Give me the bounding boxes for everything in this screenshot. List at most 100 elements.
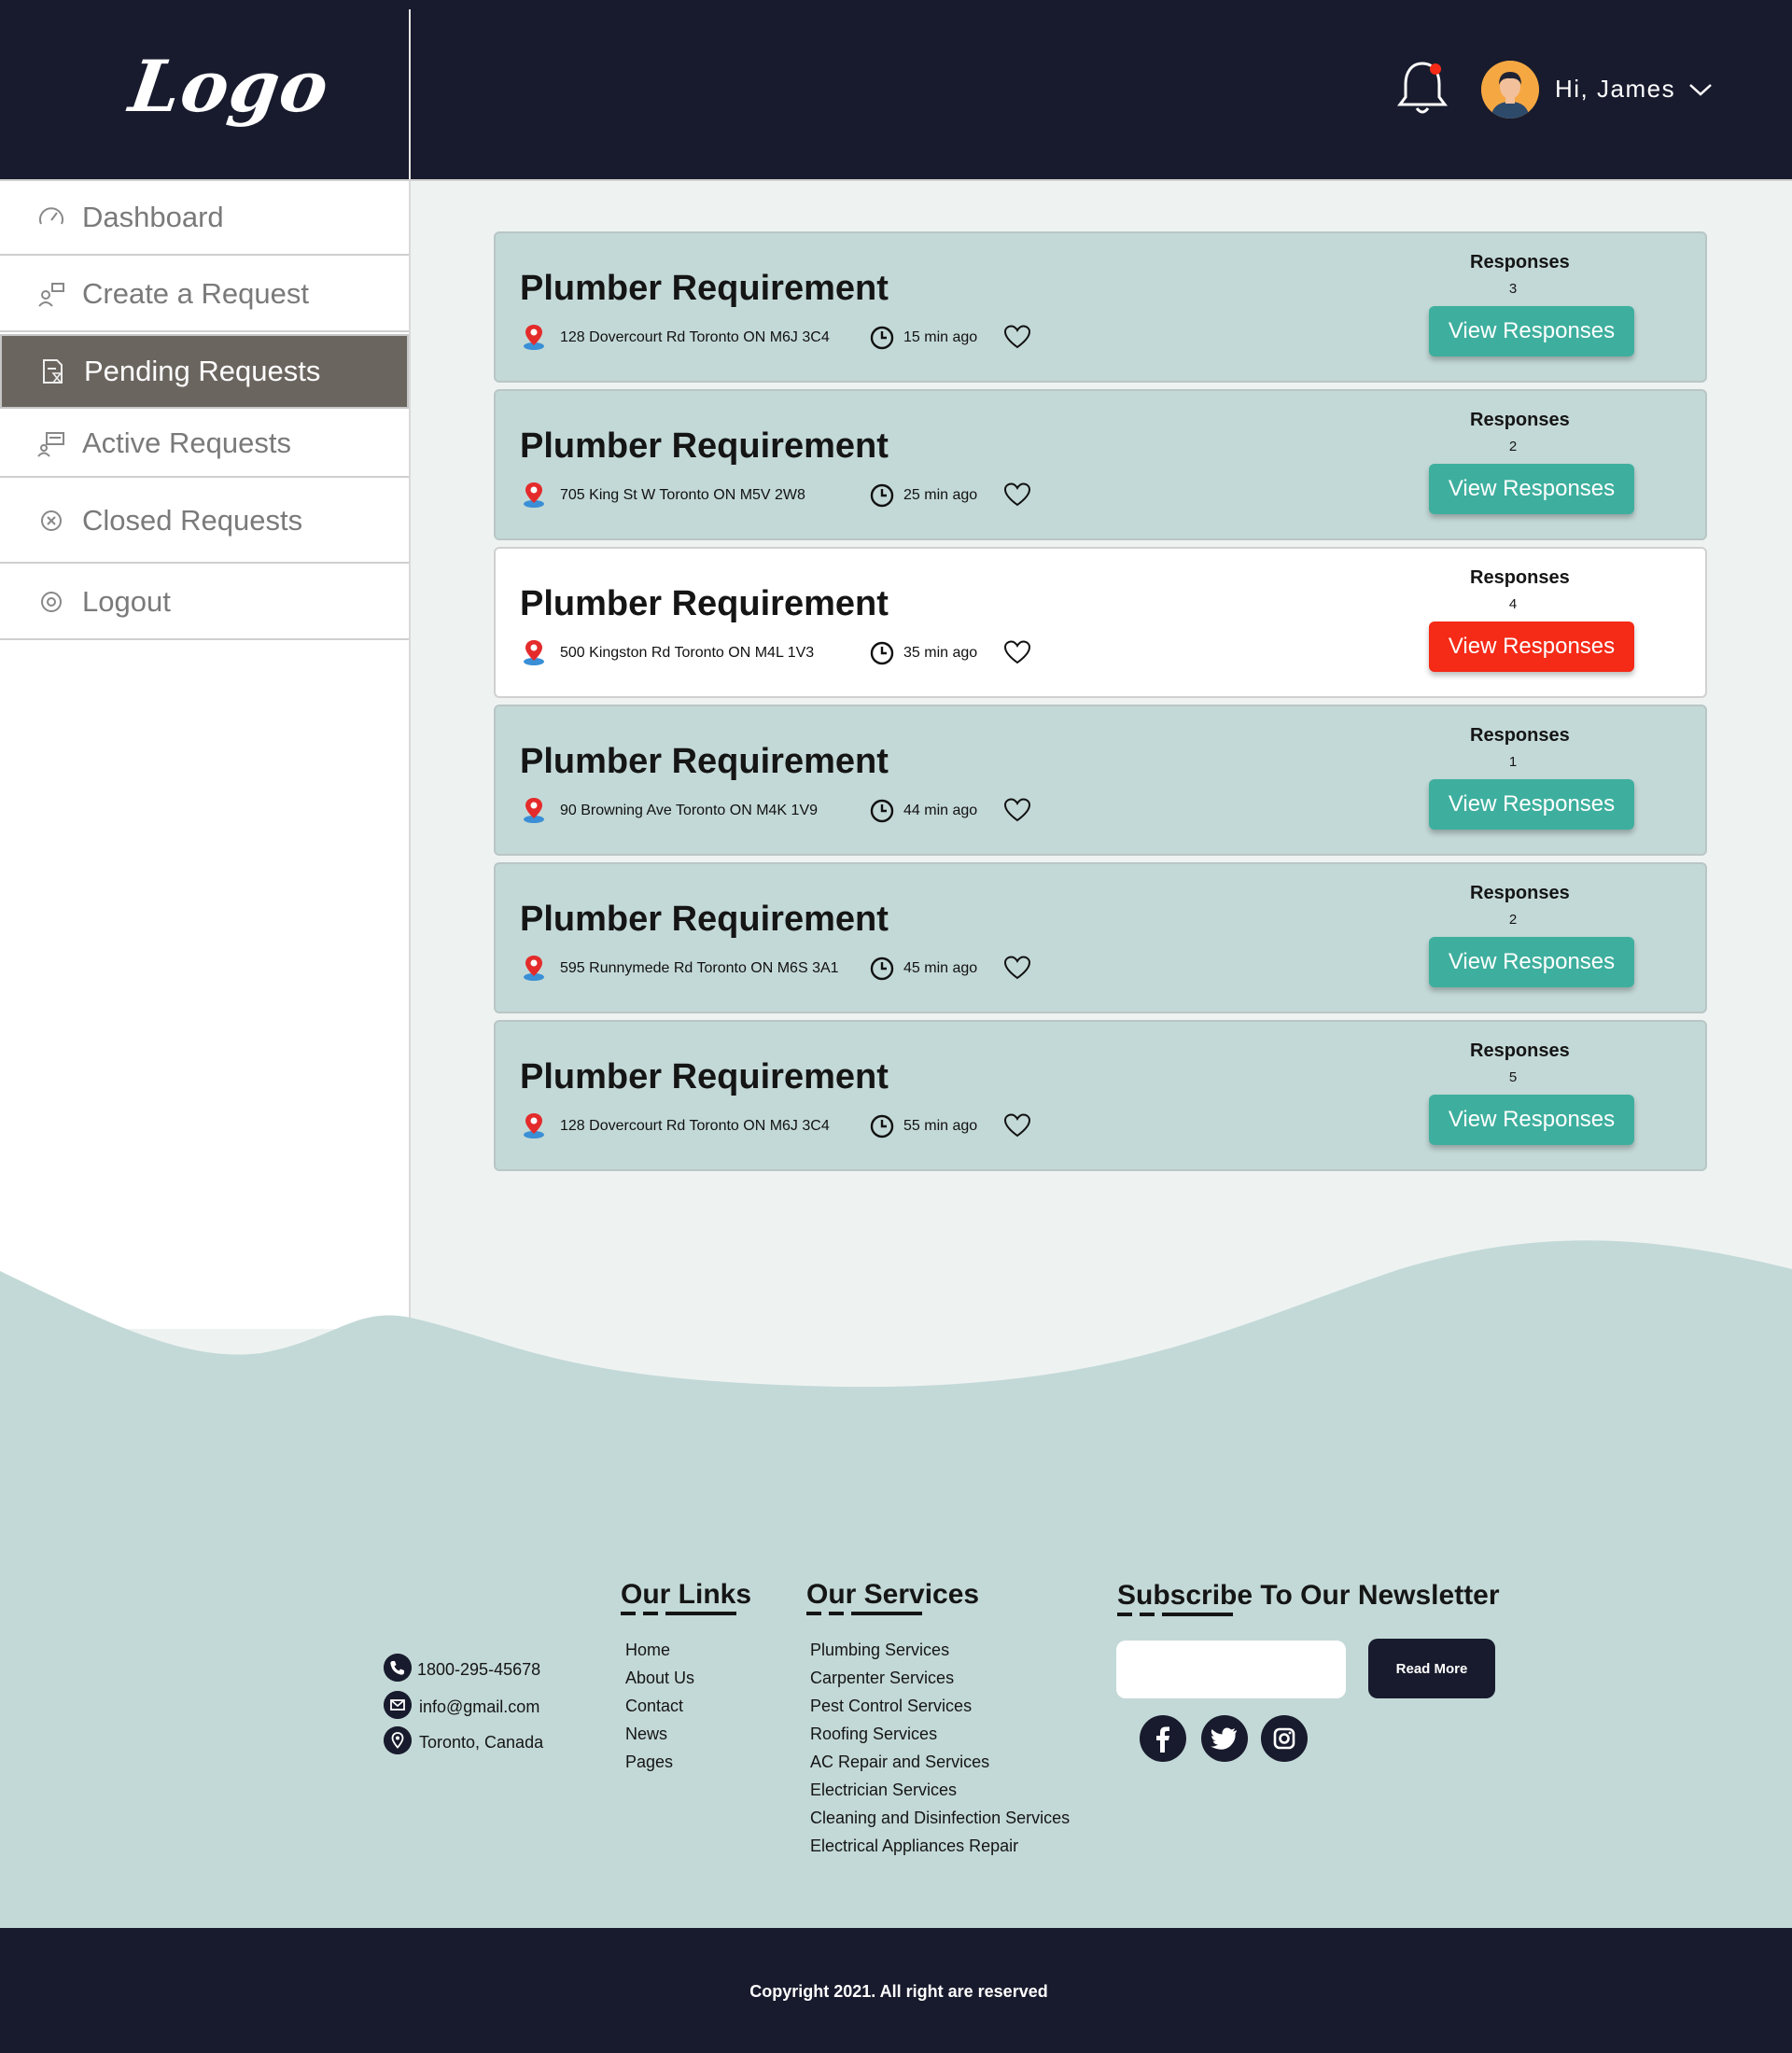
heart-icon[interactable] xyxy=(1003,797,1031,823)
responses-label: Responses xyxy=(1470,1040,1570,1061)
view-responses-button[interactable]: View Responses xyxy=(1429,779,1634,830)
top-header: Logo Hi, James xyxy=(0,0,1792,179)
links-heading: Our Links xyxy=(621,1579,752,1610)
request-card[interactable]: Plumber Requirement 500 Kingston Rd Toro… xyxy=(494,547,1707,698)
active-requests-icon xyxy=(37,432,64,457)
heading-underline xyxy=(621,1612,636,1615)
read-more-button[interactable]: Read More xyxy=(1368,1639,1495,1698)
request-time: 25 min ago xyxy=(903,487,978,503)
clock-icon xyxy=(870,641,894,665)
location-pin-icon xyxy=(524,956,544,981)
footer-service-item[interactable]: AC Repair and Services xyxy=(810,1753,989,1772)
request-title: Plumber Requirement xyxy=(520,742,889,781)
request-title: Plumber Requirement xyxy=(520,426,889,466)
heading-underline xyxy=(1140,1613,1155,1616)
view-responses-button[interactable]: View Responses xyxy=(1429,937,1634,987)
heart-icon[interactable] xyxy=(1003,955,1031,981)
sidebar-item-pending-requests[interactable]: Pending Requests xyxy=(0,334,409,409)
user-avatar-icon xyxy=(1481,61,1539,119)
request-address: 595 Runnymede Rd Toronto ON M6S 3A1 xyxy=(560,960,839,976)
request-card[interactable]: Plumber Requirement 90 Browning Ave Toro… xyxy=(494,705,1707,856)
contact-email[interactable]: info@gmail.com xyxy=(419,1697,539,1717)
sidebar-item-label: Dashboard xyxy=(82,201,224,233)
sidebar-item-dashboard[interactable]: Dashboard xyxy=(0,181,409,256)
request-title: Plumber Requirement xyxy=(520,584,889,623)
speedometer-icon xyxy=(39,207,63,225)
sidebar-item-label: Create a Request xyxy=(82,277,309,310)
heart-icon[interactable] xyxy=(1003,639,1031,665)
responses-count: 3 xyxy=(1508,281,1518,297)
heart-icon[interactable] xyxy=(1003,482,1031,508)
newsletter-email-input[interactable] xyxy=(1116,1641,1346,1698)
view-responses-button[interactable]: View Responses xyxy=(1429,621,1634,672)
sidebar-item-label: Closed Requests xyxy=(82,504,303,537)
responses-count: 2 xyxy=(1508,912,1518,928)
responses-count: 4 xyxy=(1508,596,1518,612)
twitter-icon[interactable] xyxy=(1201,1715,1248,1762)
user-avatar[interactable] xyxy=(1481,61,1539,119)
request-title: Plumber Requirement xyxy=(520,1057,889,1096)
sidebar-item-logout[interactable]: Logout xyxy=(0,566,409,640)
services-heading: Our Services xyxy=(806,1579,980,1610)
sidebar-item-create-request[interactable]: Create a Request xyxy=(0,258,409,332)
responses-label: Responses xyxy=(1470,567,1570,588)
footer-service-item[interactable]: Carpenter Services xyxy=(810,1669,954,1688)
logo[interactable]: Logo xyxy=(125,45,334,128)
footer-link-pages[interactable]: Pages xyxy=(625,1753,673,1772)
sidebar-item-closed-requests[interactable]: Closed Requests xyxy=(0,480,409,564)
responses-count: 2 xyxy=(1508,439,1518,454)
location-pin-icon xyxy=(524,325,544,350)
footer-link-about[interactable]: About Us xyxy=(625,1669,694,1688)
footer-service-item[interactable]: Cleaning and Disinfection Services xyxy=(810,1809,1070,1828)
pending-document-icon xyxy=(43,359,63,384)
contact-phone[interactable]: 1800-295-45678 xyxy=(417,1660,540,1680)
footer-service-item[interactable]: Plumbing Services xyxy=(810,1641,949,1660)
heart-icon[interactable] xyxy=(1003,324,1031,350)
heading-underline xyxy=(643,1612,658,1615)
footer-link-home[interactable]: Home xyxy=(625,1641,670,1660)
logo-container: Logo xyxy=(0,9,411,179)
heart-icon[interactable] xyxy=(1003,1112,1031,1138)
responses-label: Responses xyxy=(1470,410,1570,430)
location-pin-icon xyxy=(524,640,544,665)
email-icon xyxy=(384,1691,412,1719)
clock-icon xyxy=(870,799,894,823)
request-title: Plumber Requirement xyxy=(520,900,889,939)
footer-link-contact[interactable]: Contact xyxy=(625,1697,683,1716)
responses-count: 1 xyxy=(1508,754,1518,770)
clock-icon xyxy=(870,326,894,350)
heading-underline xyxy=(851,1612,922,1615)
create-request-icon xyxy=(38,283,64,307)
footer-service-item[interactable]: Electrical Appliances Repair xyxy=(810,1837,1018,1856)
request-address: 500 Kingston Rd Toronto ON M4L 1V3 xyxy=(560,645,815,661)
phone-icon xyxy=(384,1654,412,1682)
footer-service-item[interactable]: Roofing Services xyxy=(810,1725,937,1744)
heading-underline xyxy=(806,1612,821,1615)
notification-bell-icon[interactable] xyxy=(1394,58,1450,121)
view-responses-button[interactable]: View Responses xyxy=(1429,464,1634,514)
user-greeting[interactable]: Hi, James xyxy=(1555,75,1675,104)
view-responses-button[interactable]: View Responses xyxy=(1429,306,1634,356)
location-icon xyxy=(384,1726,412,1754)
heading-underline xyxy=(829,1612,844,1615)
sidebar-item-active-requests[interactable]: Active Requests xyxy=(0,411,409,478)
sidebar: Dashboard Create a Request Pending Reque… xyxy=(0,181,411,1329)
chevron-down-icon[interactable] xyxy=(1687,80,1714,99)
footer-service-item[interactable]: Electrician Services xyxy=(810,1781,957,1800)
location-pin-icon xyxy=(524,798,544,823)
request-card[interactable]: Plumber Requirement 705 King St W Toront… xyxy=(494,389,1707,540)
request-time: 35 min ago xyxy=(903,645,978,661)
facebook-icon[interactable] xyxy=(1140,1715,1186,1762)
sidebar-item-label: Active Requests xyxy=(82,426,291,459)
clock-icon xyxy=(870,957,894,981)
view-responses-button[interactable]: View Responses xyxy=(1429,1095,1634,1145)
clock-icon xyxy=(870,1114,894,1138)
sidebar-item-label: Pending Requests xyxy=(84,355,321,387)
footer-service-item[interactable]: Pest Control Services xyxy=(810,1697,972,1716)
request-card[interactable]: Plumber Requirement 595 Runnymede Rd Tor… xyxy=(494,862,1707,1013)
instagram-icon[interactable] xyxy=(1261,1715,1308,1762)
request-card[interactable]: Plumber Requirement 128 Dovercourt Rd To… xyxy=(494,1020,1707,1171)
footer-link-news[interactable]: News xyxy=(625,1725,667,1744)
request-card[interactable]: Plumber Requirement 128 Dovercourt Rd To… xyxy=(494,231,1707,383)
heading-underline xyxy=(1117,1613,1132,1616)
